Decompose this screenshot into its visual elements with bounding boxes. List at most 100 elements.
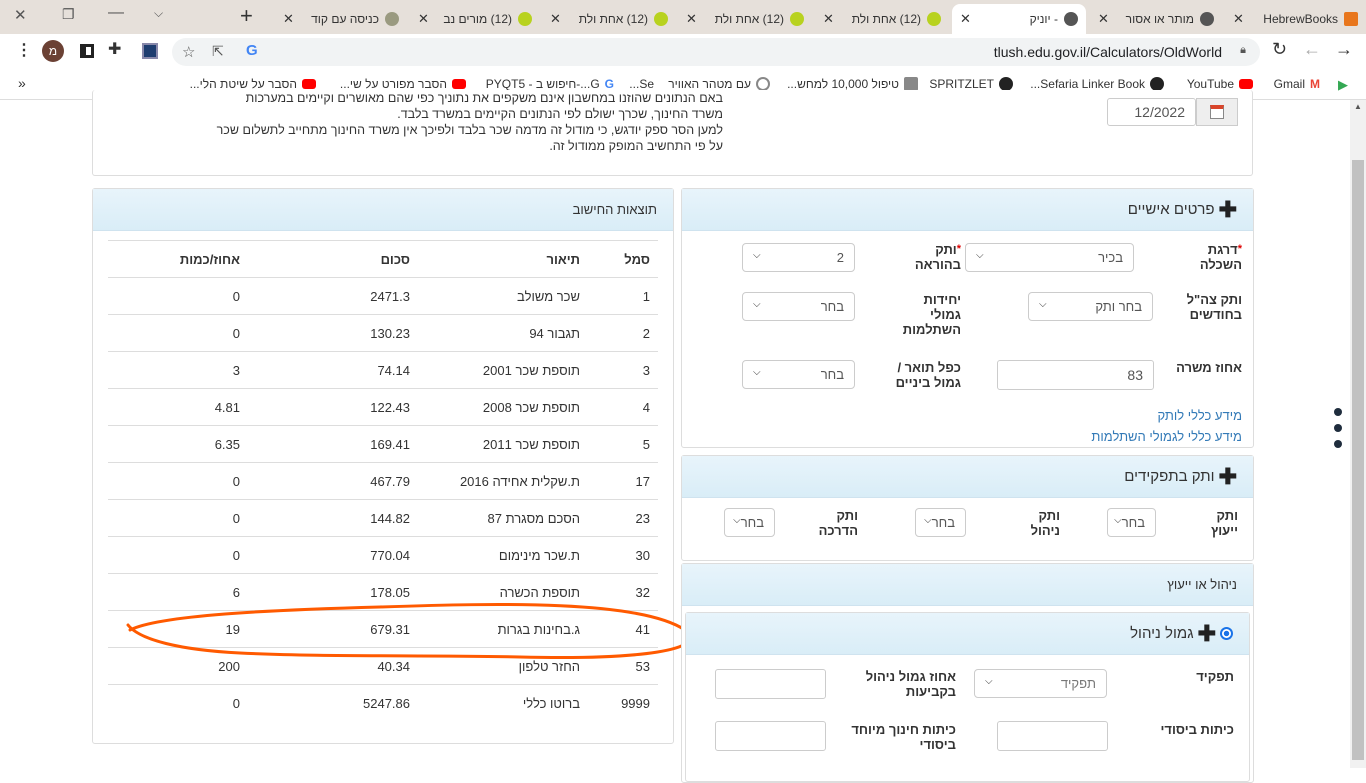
- bookmark-label: SPRITZLET: [929, 77, 994, 91]
- restore-window-icon[interactable]: ❐: [62, 6, 75, 23]
- scrollbar-thumb[interactable]: [1352, 160, 1364, 760]
- close-tab-icon[interactable]: ✕: [960, 11, 971, 27]
- cell-percent: 0: [108, 499, 248, 537]
- tab-whatsapp-1[interactable]: (12) אחת ולת ✕: [815, 4, 949, 34]
- disclaimer-line: על פי התחשיב המופק ממודול זה.: [549, 139, 723, 153]
- elementary-classes-input[interactable]: [997, 721, 1108, 751]
- date-input[interactable]: 12/2022: [1107, 98, 1196, 126]
- advice-seniority-select[interactable]: בחר ⌵: [1107, 508, 1156, 537]
- training-info-link[interactable]: מידע כללי לגמולי השתלמות: [1091, 429, 1242, 444]
- special-ed-classes-input[interactable]: [715, 721, 826, 751]
- close-tab-icon[interactable]: ✕: [823, 11, 834, 27]
- bookmark-sefaria[interactable]: Sefaria Linker Book...: [1030, 77, 1164, 91]
- extension-icon[interactable]: [142, 43, 158, 59]
- close-tab-icon[interactable]: ✕: [1098, 11, 1109, 27]
- whatsapp-icon: [927, 12, 941, 26]
- bookmark-google-search[interactable]: G G...-חיפוש ב - PYQT5: [486, 77, 614, 91]
- side-panel-icon[interactable]: [80, 44, 94, 58]
- mgmt-seniority-select[interactable]: בחר ⌵: [915, 508, 966, 537]
- close-tab-icon[interactable]: ✕: [550, 11, 561, 27]
- table-header-row: סמל תיאור סכום אחוז/כמות: [108, 240, 658, 278]
- personal-header[interactable]: ✚ פרטים אישיים: [682, 189, 1253, 231]
- mgmt-bonus-radio[interactable]: [1220, 627, 1233, 640]
- forward-icon[interactable]: →: [1335, 39, 1353, 60]
- degree-select[interactable]: בחר ⌵: [742, 360, 855, 389]
- bookmark-air[interactable]: עם מטהר האוויר: [668, 77, 770, 91]
- mgmt-bonus-header[interactable]: ✚ גמול ניהול: [686, 613, 1249, 655]
- reload-icon[interactable]: ↻: [1272, 39, 1287, 60]
- job-percent-input[interactable]: 83: [997, 360, 1154, 390]
- bookmark-tipul[interactable]: טיפול 10,000 למחש...: [787, 77, 918, 91]
- new-tab-button[interactable]: +: [240, 3, 253, 29]
- menu-dots-icon[interactable]: ⋮: [16, 40, 32, 60]
- back-icon[interactable]: ←: [1303, 39, 1321, 60]
- gmail-icon: M: [1310, 77, 1320, 91]
- floating-menu-dots-icon[interactable]: [1334, 408, 1342, 456]
- tab-whatsapp-4[interactable]: (12) מורים נב ✕: [410, 4, 540, 34]
- plus-icon: ✚: [1218, 196, 1237, 222]
- army-seniority-select[interactable]: בחר ותק ⌵: [1028, 292, 1153, 321]
- cell-description: ברוטו כללי: [418, 684, 588, 722]
- close-window-icon[interactable]: ✕: [14, 6, 27, 24]
- column-header-percent: אחוז/כמות: [108, 240, 248, 278]
- bookmark-gmail[interactable]: M Gmail: [1274, 77, 1320, 91]
- tab-kod[interactable]: כניסה עם קוד ✕: [275, 4, 407, 34]
- cell-description: תוספת שכר 2011: [418, 425, 588, 463]
- profile-avatar[interactable]: מ: [42, 40, 64, 62]
- cell-percent: 0: [108, 536, 248, 574]
- bookmark-star-icon[interactable]: ☆: [182, 43, 195, 61]
- tab-hebrewbooks[interactable]: HebrewBooks ✕: [1225, 4, 1366, 34]
- cell-amount: 130.23: [248, 314, 418, 352]
- minimize-window-icon[interactable]: —: [108, 4, 124, 22]
- tab-whatsapp-2[interactable]: (12) אחת ולת ✕: [678, 4, 812, 34]
- youtube-icon: [302, 79, 316, 89]
- bookmark-youtube[interactable]: YouTube: [1187, 77, 1253, 91]
- youtube-icon: [452, 79, 466, 89]
- mgmt-percent-input[interactable]: [715, 669, 826, 699]
- play-store-icon: ▶: [1338, 77, 1348, 92]
- cell-code: 23: [588, 499, 658, 537]
- extensions-icon[interactable]: ✚: [108, 39, 121, 59]
- chevron-down-icon: ⌵: [753, 250, 761, 261]
- guide-seniority-select[interactable]: בחר ⌵: [724, 508, 775, 537]
- education-label: *דרגת השכלה: [1182, 242, 1242, 272]
- address-bar[interactable]: ☆ ⇱ G tlush.edu.gov.il/Calculators/OldWo…: [172, 38, 1260, 66]
- bookmarks-overflow-button[interactable]: »: [18, 75, 26, 91]
- calendar-button[interactable]: [1196, 98, 1238, 126]
- scroll-up-icon[interactable]: ▲: [1354, 102, 1362, 111]
- chevron-down-icon: ⌵: [753, 367, 761, 378]
- tab-search-chevron-icon[interactable]: ⌵: [154, 6, 163, 21]
- training-units-select[interactable]: בחר ⌵: [742, 292, 855, 321]
- disclaimer-line: באם הנתונים שהוזנו במחשבון אינם משקפים א…: [245, 94, 723, 105]
- bookmark-play[interactable]: ▶: [1338, 77, 1348, 93]
- share-icon[interactable]: ⇱: [212, 43, 224, 60]
- tab-whatsapp-3[interactable]: (12) אחת ולת ✕: [542, 4, 676, 34]
- page-scrollbar[interactable]: ▲: [1350, 100, 1366, 768]
- bookmark-video-2[interactable]: הסבר על שיטת הלי...: [190, 77, 316, 91]
- tab-unique-active[interactable]: - יוניק ✕: [952, 4, 1086, 34]
- globe-icon: [1064, 12, 1078, 26]
- roles-header[interactable]: ✚ ותק בתפקידים: [682, 456, 1253, 498]
- bookmark-video-1[interactable]: הסבר מפורט על שי...: [340, 77, 466, 91]
- close-tab-icon[interactable]: ✕: [283, 11, 294, 27]
- cell-amount: 122.43: [248, 388, 418, 426]
- table-row: 3 תוספת שכר 2001 74.14 3: [108, 351, 658, 389]
- close-tab-icon[interactable]: ✕: [686, 11, 697, 27]
- bookmark-se[interactable]: Se...: [629, 77, 654, 91]
- role-label: תפקיד: [1196, 669, 1234, 684]
- tab-label: (12) אחת ולת: [714, 12, 784, 26]
- required-mark: *: [956, 243, 961, 255]
- education-select[interactable]: בכיר ⌵: [965, 243, 1134, 272]
- close-tab-icon[interactable]: ✕: [418, 11, 429, 27]
- table-row: 23 הסכם מסגרת 87 144.82 0: [108, 499, 658, 537]
- lock-icon[interactable]: 🔒︎: [1240, 44, 1246, 57]
- tab-mutar[interactable]: מותר או אסור ✕: [1090, 4, 1222, 34]
- mgmt-seniority-label: ותק ניהול: [1030, 508, 1060, 538]
- url-text[interactable]: tlush.edu.gov.il/Calculators/OldWorld: [994, 44, 1222, 60]
- seniority-info-link[interactable]: מידע כללי לותק: [1157, 408, 1242, 423]
- role-select[interactable]: תפקיד ⌵: [974, 669, 1107, 698]
- teaching-seniority-select[interactable]: 2 ⌵: [742, 243, 855, 272]
- bookmark-label: הסבר על שיטת הלי...: [189, 77, 297, 91]
- bookmark-spritzlet[interactable]: SPRITZLET: [929, 77, 1013, 91]
- close-tab-icon[interactable]: ✕: [1233, 11, 1244, 27]
